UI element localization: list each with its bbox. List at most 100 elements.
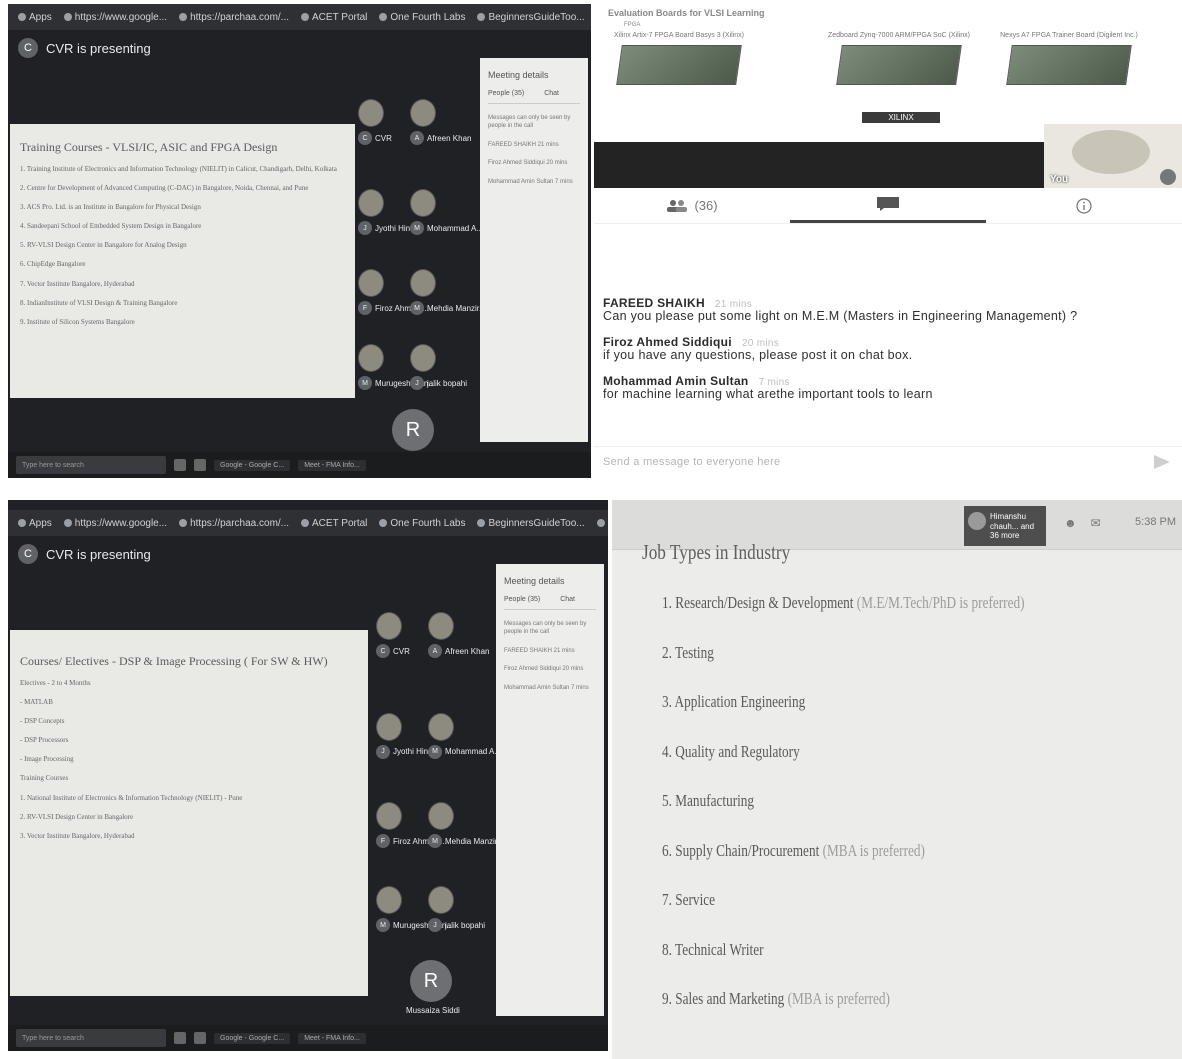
self-avatar <box>1072 130 1150 174</box>
participant-tile[interactable]: Jjalik bopahi <box>410 344 467 390</box>
meet-screenshot-top-left: Apps https://www.google... https://parchaa… <box>8 4 591 478</box>
mic-icon[interactable] <box>1160 169 1176 185</box>
slide-item: 3. Vector Institute Bangalore, Hyderabad <box>20 831 135 840</box>
slide-item: - DSP Concepts <box>20 717 65 726</box>
participant-tile[interactable]: M Mohammad A... <box>410 189 483 235</box>
tab-chat[interactable]: Chat <box>560 596 575 603</box>
chat-author: Firoz Ahmed Siddiqui <box>603 335 732 350</box>
bookmark-item[interactable]: ACET Portal <box>301 518 367 529</box>
participant-avatar <box>410 189 436 217</box>
slide-item: 8. IndianInstitute of VLSI Design & Trai… <box>20 298 178 307</box>
people-icon[interactable]: ☻ <box>1064 516 1077 530</box>
panel-message: FAREED SHAIKH 21 mins <box>504 647 575 654</box>
participant-initial: C <box>376 644 390 658</box>
chat-icon[interactable]: ✉ <box>1091 516 1101 530</box>
bookmark-item[interactable]: BeginnersGuideToo... <box>477 517 585 529</box>
top-icons: ☻ ✉ <box>1064 516 1101 530</box>
bookmark-item[interactable]: BeginnersGuideToo... <box>477 12 585 23</box>
participant-tile[interactable]: M Mohammad A... <box>428 712 501 759</box>
tab-chat[interactable] <box>790 188 986 223</box>
participant-name: jalik bopahi <box>445 920 486 930</box>
participant-avatar <box>376 712 402 741</box>
tab-chat[interactable]: Chat <box>544 90 559 97</box>
bookmark-item[interactable]: Apps <box>18 12 52 23</box>
slide-item: 1. Training Institute of Electronics and… <box>20 165 337 173</box>
participant-tile[interactable]: A Afreen Khan <box>410 99 471 145</box>
slide-item: - Image Processing <box>20 755 74 764</box>
viewers-chip[interactable]: Himanshu chauh... and 36 more <box>964 506 1046 546</box>
participant-tile[interactable]: C CVR <box>358 99 392 145</box>
explorer-icon[interactable] <box>194 1032 206 1044</box>
bookmark-item[interactable]: https://www.google... <box>63 12 167 23</box>
chat-input[interactable]: Send a message to everyone here <box>594 446 1182 476</box>
participant-initial: J <box>376 744 390 759</box>
chat-author-row: FAREED SHAIKH 21 mins <box>603 296 1162 310</box>
board-image <box>836 45 962 85</box>
taskbar-search[interactable]: Type here to search <box>16 456 166 474</box>
bookmark-item[interactable]: https://parchaa.com/... <box>179 518 289 529</box>
bookmark-item[interactable]: One Fourth Labs <box>379 12 465 23</box>
participant-tile[interactable]: A Afreen Khan <box>428 612 489 658</box>
meet-screenshot-bottom-left: Apps https://www.google... https://parchaa… <box>8 500 608 1051</box>
bookmark-item[interactable]: Apps <box>18 518 52 529</box>
participant-name: Mehdia Manzir... <box>445 836 504 846</box>
bookmark-item[interactable]: https://parchaa.com/... <box>179 12 289 23</box>
people-count: (36) <box>694 198 718 213</box>
taskbar-app-chrome[interactable]: Google - Google C... <box>214 1032 291 1044</box>
send-icon[interactable] <box>1154 455 1170 469</box>
participant-name-row: A Afreen Khan <box>428 644 489 658</box>
participant-tile[interactable]: C CVR <box>376 612 410 658</box>
bookmark-item[interactable]: One Fourth Labs <box>379 518 465 529</box>
bookmark-icon <box>179 519 188 527</box>
board-card-3: Nexys A7 FPGA Trainer Board (Digilent In… <box>994 32 1144 127</box>
chat-text: Can you please put some light on M.E.M (… <box>603 309 1078 323</box>
people-icon <box>667 199 688 212</box>
participant-initial: J <box>358 221 372 235</box>
participant-grid: C CVR A Afreen Khan J Jyothi Hinade M Mohammad … <box>358 99 486 464</box>
taskbar-app-chrome[interactable]: Google - Google C... <box>214 459 291 471</box>
job-label: 4. Quality and Regulatory <box>662 741 800 761</box>
presenting-label: CVR is presenting <box>46 40 151 56</box>
job-item: 1. Research/Design & Development (M.E/M.… <box>662 593 1025 643</box>
chat-message: Firoz Ahmed Siddiqui 20 mins if you have a… <box>603 335 1162 362</box>
participant-tile[interactable]: Jjalik bopahi <box>428 886 486 933</box>
job-label: 3. Application Engineering <box>662 692 806 711</box>
bookmark-icon <box>379 13 388 21</box>
tab-people[interactable]: People (35) <box>488 90 524 97</box>
video-area <box>594 142 1044 188</box>
participant-initial: J <box>410 376 424 390</box>
job-list: 1. Research/Design & Development (M.E/M.… <box>662 593 1127 1039</box>
bookmark-label: https://parchaa.com/... <box>190 517 290 529</box>
tab-people[interactable]: People (35) <box>504 596 540 603</box>
viewers-label: Himanshu chauh... and 36 more <box>990 512 1035 541</box>
panel-title: Meeting details <box>488 70 549 80</box>
job-item: 4. Quality and Regulatory <box>662 742 1025 792</box>
participant-name: Afreen Khan <box>445 646 490 656</box>
taskbar-search[interactable]: Type here to search <box>16 1029 166 1047</box>
explorer-icon[interactable] <box>194 459 206 471</box>
participant-tile[interactable]: M Mehdia Manzir... <box>428 802 504 849</box>
bookmark-item[interactable]: https://www.google... <box>63 518 167 529</box>
bookmark-item[interactable]: Sign in | Databases... <box>596 518 608 529</box>
tab-people[interactable]: (36) <box>594 188 790 223</box>
participant-avatar <box>358 99 384 127</box>
board-caption: Zedboard Zynq-7000 ARM/FPGA SoC (Xilinx) <box>827 32 970 39</box>
self-video-tile: You <box>1044 124 1182 188</box>
panel-tabs: People (35) Chat <box>504 596 596 610</box>
job-item: 3. Application Engineering <box>662 692 1025 742</box>
taskbar-app-meet[interactable]: Meet - FMA Info... <box>298 459 366 471</box>
bookmark-label: BeginnersGuideToo... <box>488 517 585 529</box>
bookmarks-bar: Apps https://www.google... https://parchaa… <box>8 4 591 30</box>
bookmark-item[interactable]: ACET Portal <box>301 12 367 23</box>
tab-info[interactable] <box>986 188 1182 223</box>
job-note: (MBA is preferred) <box>787 989 890 1008</box>
task-view-icon[interactable] <box>174 459 186 471</box>
job-item: 2. Testing <box>662 643 1025 693</box>
task-view-icon[interactable] <box>174 1032 186 1044</box>
participant-avatar <box>410 99 436 127</box>
participant-tile[interactable]: M Mehdia Manzir... <box>410 269 486 315</box>
participant-name: jalik bopahi <box>427 378 468 388</box>
taskbar-app-meet[interactable]: Meet - FMA Info... <box>298 1032 366 1044</box>
participant-avatar <box>376 612 402 640</box>
participant-initial: A <box>410 131 424 145</box>
